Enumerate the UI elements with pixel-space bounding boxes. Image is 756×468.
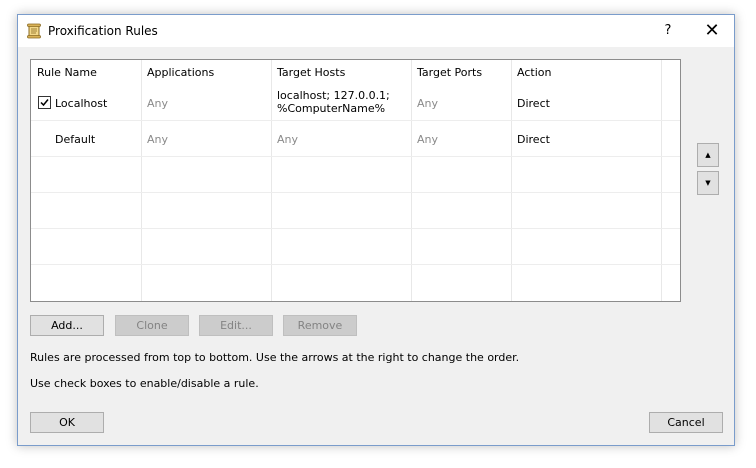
rule-target-ports: Any	[417, 97, 439, 110]
close-button[interactable]: ✕	[694, 17, 730, 45]
grid-line	[31, 264, 680, 265]
column-header-target-hosts[interactable]: Target Hosts	[277, 60, 345, 84]
grid-line	[31, 192, 680, 193]
title-bar: Proxification Rules ? ✕	[18, 15, 734, 47]
rule-action: Direct	[517, 133, 550, 146]
window-title: Proxification Rules	[48, 24, 158, 38]
rule-enabled-checkbox[interactable]	[38, 96, 51, 109]
column-header-action[interactable]: Action	[517, 60, 551, 84]
arrow-up-icon: ▲	[705, 151, 711, 159]
remove-rule-button[interactable]: Remove	[283, 315, 357, 336]
checkmark-icon	[40, 99, 49, 107]
column-header-rule-name[interactable]: Rule Name	[37, 60, 97, 84]
rule-action: Direct	[517, 97, 550, 110]
grid-line	[31, 156, 680, 157]
proxification-rules-dialog: Proxification Rules ? ✕ Rule Name Applic…	[17, 14, 735, 446]
move-up-button[interactable]: ▲	[697, 143, 719, 167]
grid-line	[31, 228, 680, 229]
arrow-down-icon: ▼	[705, 179, 711, 187]
clone-rule-button[interactable]: Clone	[115, 315, 189, 336]
grid-line	[271, 60, 272, 301]
rule-applications: Any	[147, 97, 169, 110]
grid-line	[31, 120, 680, 121]
grid-line	[411, 60, 412, 301]
rule-applications: Any	[147, 133, 169, 146]
rule-target-hosts-line2: %ComputerName%	[277, 102, 386, 115]
grid-line	[661, 60, 662, 301]
help-button[interactable]: ?	[650, 19, 686, 43]
ok-button[interactable]: OK	[30, 412, 104, 433]
rule-target-ports: Any	[417, 133, 439, 146]
cancel-button[interactable]: Cancel	[649, 412, 723, 433]
rule-target-hosts: Any	[277, 133, 299, 146]
rule-name: Localhost	[55, 97, 108, 110]
grid-line	[141, 60, 142, 301]
info-text-order: Rules are processed from top to bottom. …	[30, 351, 520, 364]
edit-rule-button[interactable]: Edit...	[199, 315, 273, 336]
rule-name: Default	[55, 133, 96, 146]
add-rule-button[interactable]: Add...	[30, 315, 104, 336]
move-down-button[interactable]: ▼	[697, 171, 719, 195]
grid-line	[511, 60, 512, 301]
scroll-icon	[26, 23, 42, 39]
column-header-applications[interactable]: Applications	[147, 60, 214, 84]
rules-table[interactable]: Rule Name Applications Target Hosts Targ…	[30, 59, 681, 302]
column-header-target-ports[interactable]: Target Ports	[417, 60, 482, 84]
info-text-checkboxes: Use check boxes to enable/disable a rule…	[30, 377, 259, 390]
rule-target-hosts-line1: localhost; 127.0.0.1;	[277, 89, 390, 102]
